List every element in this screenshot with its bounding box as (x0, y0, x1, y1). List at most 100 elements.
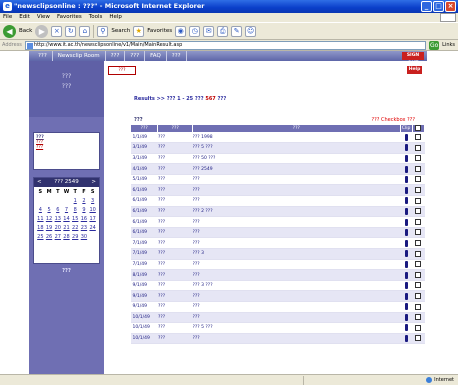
calendar-day[interactable]: 8 (71, 206, 80, 215)
row-select-checkbox[interactable] (415, 261, 422, 268)
history-icon[interactable]: ◷ (189, 25, 201, 37)
clip-icon[interactable] (404, 144, 408, 152)
select-all-checkbox[interactable] (415, 125, 422, 131)
cell-subject-link[interactable]: ??? 5 ??? (192, 142, 401, 154)
cell-subject-link[interactable]: ??? 50 ??? (192, 153, 401, 165)
calendar-day[interactable]: 10 (88, 206, 97, 215)
cell-subject-link[interactable]: ??? (192, 227, 401, 239)
site-nav-item-3[interactable]: ??? (106, 51, 126, 61)
cell-subject-link[interactable]: ??? 3 (192, 248, 401, 260)
calendar-day[interactable]: 12 (45, 215, 54, 224)
edit-icon[interactable]: ✎ (231, 25, 243, 37)
favorites-label[interactable]: Favorites (147, 28, 172, 34)
stop-icon[interactable]: × (51, 25, 63, 37)
cell-subject-link[interactable]: ??? (192, 184, 401, 197)
calendar-day[interactable]: 17 (88, 215, 97, 224)
row-select-checkbox[interactable] (415, 292, 422, 299)
search-label[interactable]: Search (111, 28, 130, 34)
back-page-button[interactable]: ??? (108, 66, 136, 75)
messenger-icon[interactable]: ☺ (245, 25, 257, 37)
menu-tools[interactable]: Tools (89, 13, 103, 22)
calendar-day[interactable]: 1 (71, 197, 80, 206)
menu-favorites[interactable]: Favorites (57, 13, 82, 22)
column-header-subject[interactable]: ??? (192, 124, 401, 133)
site-nav-item-6[interactable]: ??? (167, 51, 187, 61)
clip-icon[interactable] (404, 292, 408, 300)
row-select-checkbox[interactable] (415, 303, 422, 310)
row-select-checkbox[interactable] (415, 324, 422, 331)
calendar-day[interactable]: 26 (45, 233, 54, 242)
cell-subject-link[interactable]: ??? (192, 216, 401, 228)
clip-icon[interactable] (404, 176, 408, 184)
row-select-checkbox[interactable] (415, 335, 422, 342)
refresh-icon[interactable]: ↻ (65, 25, 77, 37)
row-select-checkbox[interactable] (415, 134, 422, 141)
calendar-day[interactable]: 18 (36, 224, 45, 233)
calendar-day[interactable]: 6 (53, 206, 62, 215)
calendar-day[interactable]: 13 (53, 215, 62, 224)
clip-icon[interactable] (404, 165, 408, 173)
cell-subject-link[interactable]: ??? (192, 269, 401, 281)
clip-icon[interactable] (404, 313, 408, 321)
calendar-next-button[interactable]: > (91, 178, 96, 187)
calendar-day[interactable]: 4 (36, 206, 45, 215)
cell-subject-link[interactable]: ??? 2549 (192, 163, 401, 175)
clip-icon[interactable] (404, 324, 408, 332)
row-select-checkbox[interactable] (415, 282, 422, 289)
calendar-day[interactable]: 5 (45, 206, 54, 215)
cell-subject-link[interactable]: ??? (192, 237, 401, 250)
calendar-day[interactable]: 7 (62, 206, 71, 215)
forward-arrow-icon[interactable]: ▶ (35, 24, 49, 38)
clip-icon[interactable] (404, 260, 408, 268)
cell-subject-link[interactable]: ??? (192, 195, 401, 207)
row-select-checkbox[interactable] (415, 229, 422, 236)
row-select-checkbox[interactable] (415, 197, 422, 204)
site-nav-item-home[interactable]: ??? (33, 51, 53, 61)
cell-subject-link[interactable]: ??? 3 ??? (192, 280, 401, 292)
calendar-day[interactable]: 15 (71, 215, 80, 224)
clip-icon[interactable] (404, 207, 408, 215)
calendar-day[interactable]: 3 (88, 197, 97, 206)
back-arrow-icon[interactable]: ◀ (3, 24, 16, 38)
links-button[interactable]: Links (442, 42, 458, 48)
calendar-day[interactable]: 19 (45, 224, 54, 233)
mail-icon[interactable]: ✉ (203, 25, 215, 37)
clip-icon[interactable] (404, 271, 408, 279)
cell-subject-link[interactable]: ??? 5 ??? (192, 322, 401, 334)
cell-subject-link[interactable]: ??? (192, 333, 401, 345)
cell-subject-link[interactable]: ??? (192, 259, 401, 271)
column-header-source[interactable]: ??? (157, 124, 194, 133)
clip-icon[interactable] (404, 335, 408, 343)
home-icon[interactable]: ⌂ (79, 25, 91, 37)
calendar-prev-button[interactable]: < (37, 178, 42, 187)
clip-icon[interactable] (404, 239, 408, 247)
calendar-day[interactable]: 2 (80, 197, 89, 206)
calendar-day[interactable]: 25 (36, 233, 45, 242)
calendar-day[interactable]: 11 (36, 215, 45, 224)
search-icon[interactable]: ⚲ (97, 25, 109, 37)
clip-icon[interactable] (404, 186, 408, 194)
row-select-checkbox[interactable] (415, 271, 422, 278)
back-label[interactable]: Back (19, 28, 32, 34)
calendar-day[interactable]: 30 (80, 233, 89, 242)
menu-view[interactable]: View (37, 13, 50, 22)
sidebar-box-link[interactable]: ??? (36, 145, 97, 150)
calendar-day[interactable]: 28 (62, 233, 71, 242)
site-nav-item-4[interactable]: ??? (125, 51, 146, 61)
menu-help[interactable]: Help (109, 13, 122, 22)
maximize-button[interactable]: □ (433, 1, 444, 12)
row-select-checkbox[interactable] (415, 165, 422, 172)
site-nav-item-faq[interactable]: FAQ (145, 51, 167, 61)
cell-subject-link[interactable]: ??? (192, 290, 401, 302)
row-select-checkbox[interactable] (415, 144, 422, 151)
calendar-day[interactable]: 22 (71, 224, 80, 233)
favorites-star-icon[interactable]: ★ (133, 25, 145, 37)
calendar-day[interactable]: 16 (80, 215, 89, 224)
cell-subject-link[interactable]: ??? (192, 301, 401, 313)
clip-icon[interactable] (404, 282, 408, 290)
help-button[interactable]: Help (407, 66, 422, 74)
menu-file[interactable]: File (3, 13, 12, 22)
cell-subject-link[interactable]: ??? 2 ??? (192, 206, 401, 218)
calendar-day[interactable]: 24 (88, 224, 97, 233)
row-select-checkbox[interactable] (415, 218, 422, 225)
